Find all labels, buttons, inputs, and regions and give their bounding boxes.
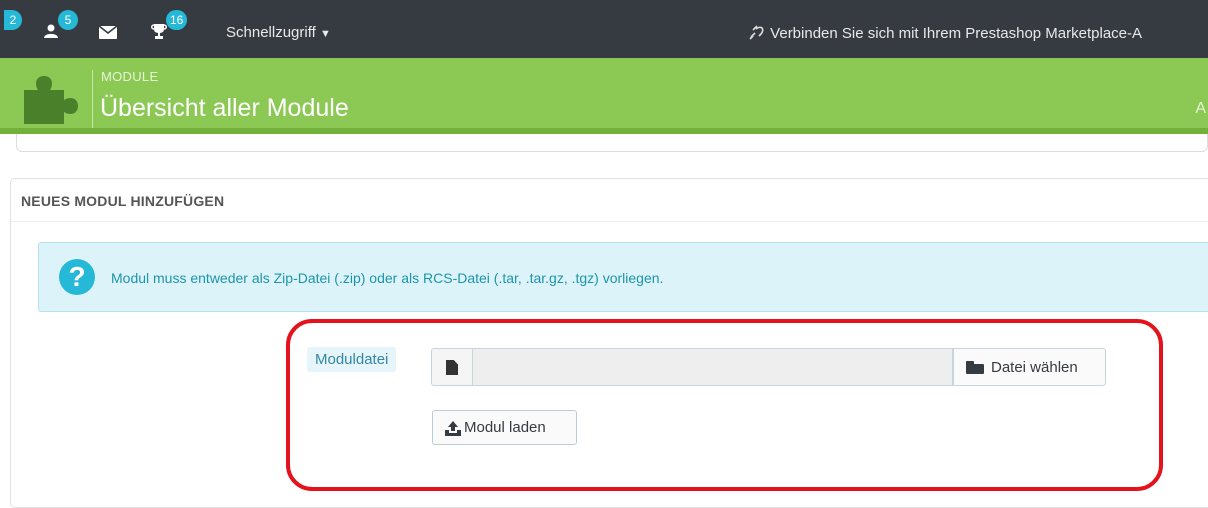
header-right-text: A — [1195, 100, 1206, 117]
marketplace-connect-label: Verbinden Sie sich mit Ihrem Prestashop … — [770, 25, 1143, 42]
info-alert: ? Modul muss entweder als Zip-Datei (.zi… — [38, 242, 1208, 312]
notification-badge-orders[interactable]: 2 — [4, 10, 22, 30]
page-title: Übersicht aller Module — [100, 94, 349, 122]
question-icon: ? — [59, 259, 95, 295]
notification-badge-customers[interactable]: 5 — [58, 10, 78, 30]
breadcrumb[interactable]: MODULE — [101, 69, 158, 84]
toolbar-panel-edge — [16, 134, 1208, 152]
marketplace-connect-link[interactable]: Verbinden Sie sich mit Ihrem Prestashop … — [748, 24, 1142, 42]
panel-title: NEUES MODUL HINZUFÜGEN — [21, 193, 225, 209]
page-header: MODULE Übersicht aller Module A — [0, 58, 1208, 134]
highlight-annotation — [286, 319, 1163, 491]
quick-access-label: Schnellzugriff — [226, 24, 316, 41]
quick-access-menu[interactable]: Schnellzugriff ▼ — [226, 24, 331, 41]
panel-heading: NEUES MODUL HINZUFÜGEN — [11, 179, 1208, 222]
plug-icon — [748, 25, 770, 42]
top-navbar: 2 5 16 Schnellzugriff ▼ Verbinden Sie si… — [0, 0, 1208, 58]
alert-message: Modul muss entweder als Zip-Datei (.zip)… — [111, 270, 664, 286]
header-divider — [92, 70, 93, 128]
notification-badge-messages[interactable]: 16 — [166, 10, 188, 30]
puzzle-icon — [20, 70, 80, 129]
trophy-icon[interactable] — [151, 24, 167, 44]
customer-icon[interactable] — [43, 24, 59, 43]
envelope-icon[interactable] — [98, 25, 118, 44]
caret-down-icon: ▼ — [319, 28, 331, 40]
